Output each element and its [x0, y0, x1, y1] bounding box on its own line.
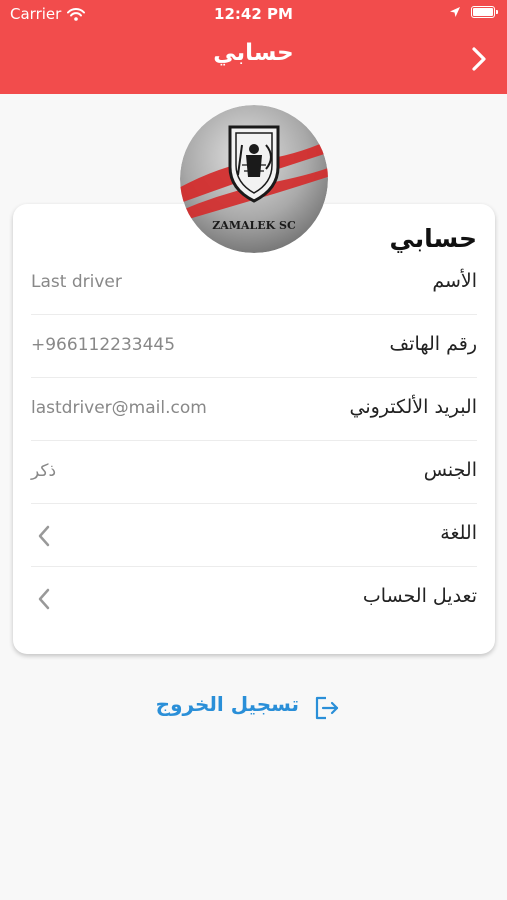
row-label: الجنس [423, 459, 477, 481]
logout-icon [315, 696, 339, 720]
row-value: Last driver [31, 272, 122, 292]
row-email: البريد الألكتروني lastdriver@mail.com [31, 378, 477, 441]
logout-label: تسجيل الخروج [155, 692, 299, 716]
status-time: 12:42 PM [214, 5, 293, 23]
location-arrow-icon [450, 7, 460, 17]
chevron-right-icon[interactable] [469, 44, 489, 74]
row-gender: الجنس ذكر [31, 441, 477, 504]
row-edit-account[interactable]: تعديل الحساب [31, 567, 477, 630]
chevron-left-icon [38, 588, 50, 610]
battery-icon [471, 6, 498, 18]
chevron-left-icon [38, 525, 50, 547]
row-label: اللغة [440, 522, 477, 544]
row-phone: رقم الهاتف +966112233445 [31, 315, 477, 378]
row-value: lastdriver@mail.com [31, 398, 207, 418]
status-bar: Carrier 12:42 PM [0, 0, 507, 28]
avatar: ZAMALEK SC [180, 105, 328, 253]
row-name: الأسم Last driver [31, 252, 477, 315]
club-logo: ZAMALEK SC [180, 105, 328, 253]
card-title: حسابي [389, 224, 477, 253]
row-label: البريد الألكتروني [349, 396, 478, 418]
app-header: Carrier 12:42 PM حسابي [0, 0, 507, 94]
logout-button[interactable]: تسجيل الخروج [0, 690, 507, 730]
logo-text: ZAMALEK SC [212, 219, 296, 232]
status-right [449, 6, 498, 18]
row-label: تعديل الحساب [362, 585, 477, 607]
page-title: حسابي [213, 40, 294, 66]
row-language[interactable]: اللغة [31, 504, 477, 567]
account-card: حسابي الأسم Last driver رقم الهاتف +9661… [13, 204, 495, 654]
row-label: رقم الهاتف [389, 333, 477, 355]
row-value: +966112233445 [31, 335, 176, 355]
row-label: الأسم [432, 270, 477, 292]
row-value: ذكر [31, 461, 57, 481]
